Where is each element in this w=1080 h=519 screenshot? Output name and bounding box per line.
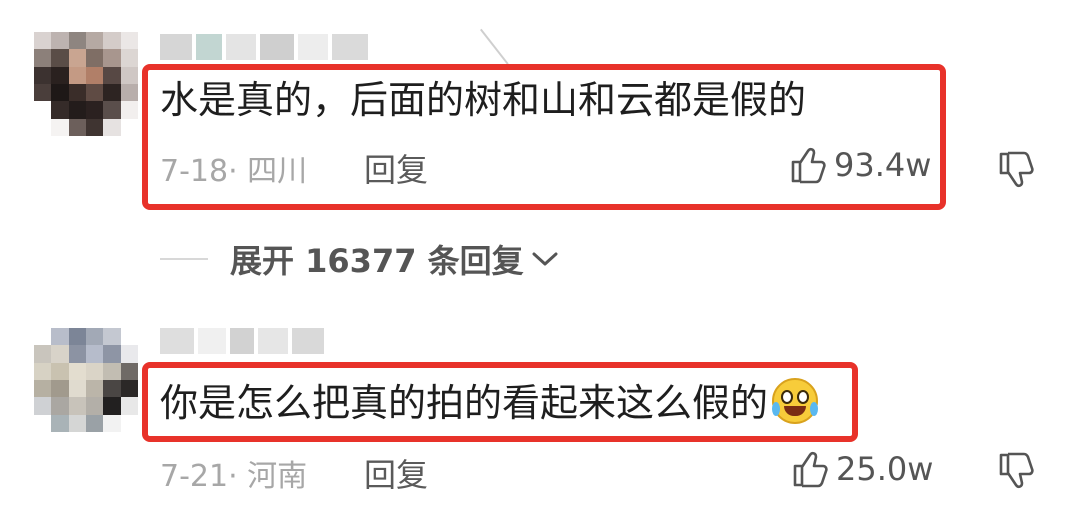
decorative-stroke bbox=[480, 28, 509, 65]
reply-button[interactable]: 回复 bbox=[364, 145, 428, 191]
thumbs-down-icon[interactable] bbox=[998, 452, 1034, 490]
expand-replies-label: 展开 16377 条回复 bbox=[230, 242, 524, 280]
comment-date-location: 7-21· 河南 bbox=[160, 459, 308, 494]
avatar[interactable] bbox=[34, 328, 138, 432]
comment-text: 你是怎么把真的拍的看起来这么假的 bbox=[160, 378, 819, 426]
thumbs-down-icon[interactable] bbox=[998, 151, 1034, 189]
comment-date-location: 7-18· 四川 bbox=[160, 154, 308, 189]
comment-text: 水是真的，后面的树和山和云都是假的 bbox=[160, 78, 807, 122]
username-redacted[interactable] bbox=[160, 34, 368, 60]
like-button[interactable]: 93.4w bbox=[790, 146, 931, 184]
reply-button[interactable]: 回复 bbox=[364, 450, 428, 496]
username-redacted[interactable] bbox=[160, 328, 324, 354]
thumbs-up-icon bbox=[792, 450, 828, 488]
laugh-cry-emoji-icon bbox=[772, 378, 819, 424]
chevron-down-icon bbox=[530, 249, 560, 269]
comment-list: 水是真的，后面的树和山和云都是假的 7-18· 四川 回复 93.4w 展开 1… bbox=[0, 0, 1080, 519]
like-count: 93.4w bbox=[834, 146, 932, 184]
expand-replies-button[interactable]: 展开 16377 条回复 bbox=[160, 236, 560, 282]
like-button[interactable]: 25.0w bbox=[792, 450, 933, 488]
expand-divider bbox=[160, 258, 208, 260]
avatar[interactable] bbox=[34, 32, 138, 136]
thumbs-up-icon bbox=[790, 146, 826, 184]
comment-text-content: 你是怎么把真的拍的看起来这么假的 bbox=[160, 381, 769, 425]
like-count: 25.0w bbox=[836, 450, 934, 488]
